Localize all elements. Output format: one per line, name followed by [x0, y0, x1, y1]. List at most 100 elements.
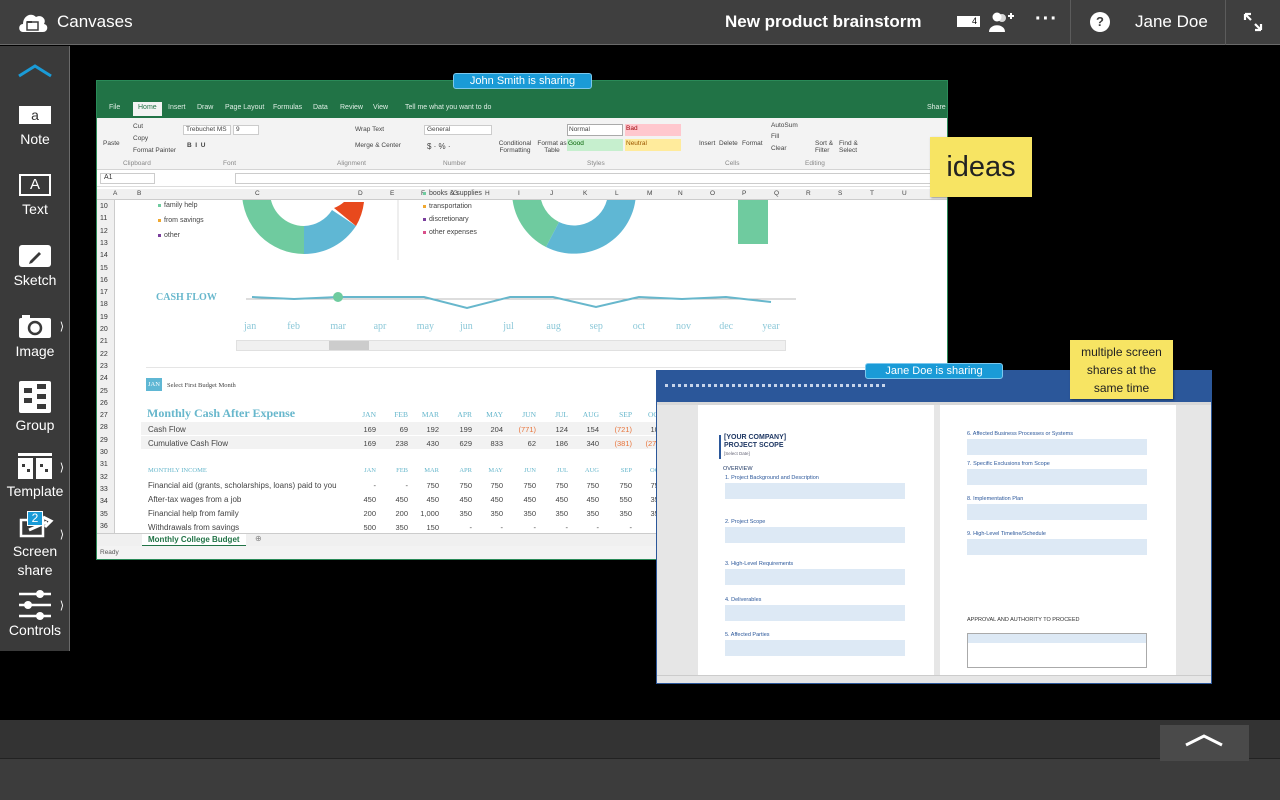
row-number[interactable]: 10: [100, 203, 108, 210]
column-header[interactable]: R: [806, 190, 811, 197]
row-number[interactable]: 29: [100, 437, 108, 444]
column-header[interactable]: A: [113, 190, 117, 197]
cell-value[interactable]: -: [346, 481, 377, 490]
cell-value[interactable]: 169: [346, 425, 376, 434]
cell-value[interactable]: 238: [378, 439, 408, 448]
expand-chevron-icon[interactable]: ⟩: [60, 528, 64, 541]
ribbon-tab-active[interactable]: Home: [133, 102, 162, 116]
expand-tray-button[interactable]: [1160, 725, 1249, 761]
help-icon[interactable]: ?: [1090, 12, 1110, 32]
cell-value[interactable]: 450: [409, 495, 439, 504]
cell-value[interactable]: 833: [473, 439, 503, 448]
cell-value[interactable]: 750: [538, 481, 568, 490]
tell-me-box[interactable]: Tell me what you want to do: [405, 104, 491, 111]
column-header[interactable]: B: [137, 190, 141, 197]
ribbon-tab[interactable]: Review: [340, 104, 363, 111]
font-select[interactable]: Trebuchet MS: [183, 125, 231, 135]
cell-value[interactable]: 124: [538, 425, 568, 434]
cell-value[interactable]: 340: [569, 439, 599, 448]
sidebar-item-template[interactable]: Template ⟩: [0, 453, 70, 499]
cell-value[interactable]: 750: [473, 481, 503, 490]
row-number[interactable]: 16: [100, 277, 108, 284]
style-bad[interactable]: Bad: [625, 124, 681, 136]
cell-value[interactable]: 450: [346, 495, 376, 504]
cell-value[interactable]: 450: [506, 495, 536, 504]
row-number[interactable]: 32: [100, 474, 108, 481]
sidebar-item-controls[interactable]: Controls ⟩: [0, 589, 70, 638]
cell-value[interactable]: 450: [569, 495, 599, 504]
more-options-icon[interactable]: ···: [1035, 8, 1058, 31]
cell-value[interactable]: 199: [442, 425, 472, 434]
cell-value[interactable]: 200: [378, 509, 408, 518]
cell-value[interactable]: (721): [602, 425, 632, 434]
row-number[interactable]: 28: [100, 424, 108, 431]
ribbon-tab[interactable]: Draw: [197, 104, 213, 111]
column-header[interactable]: N: [678, 190, 683, 197]
row-number[interactable]: 17: [100, 289, 108, 296]
sidebar-item-sketch[interactable]: Sketch: [0, 245, 70, 288]
cell-value[interactable]: 192: [409, 425, 439, 434]
fill-button[interactable]: Fill: [771, 133, 779, 140]
row-number[interactable]: 25: [100, 388, 108, 395]
style-normal[interactable]: Normal: [567, 124, 623, 136]
row-number[interactable]: 18: [100, 301, 108, 308]
ribbon-tab[interactable]: File: [109, 104, 120, 111]
find-select-button[interactable]: Find & Select: [839, 140, 861, 154]
cell-value[interactable]: 750: [409, 481, 439, 490]
delete-cells-button[interactable]: Delete: [719, 140, 738, 147]
paste-button[interactable]: Paste: [103, 140, 120, 147]
sticky-note-ideas[interactable]: ideas: [930, 137, 1032, 197]
row-number[interactable]: 34: [100, 498, 108, 505]
cell-value[interactable]: 350: [569, 509, 599, 518]
chart-scroll-thumb[interactable]: [329, 341, 369, 350]
sticky-note-multiple-shares[interactable]: multiple screen shares at the same time: [1070, 340, 1173, 399]
cell-value[interactable]: 350: [378, 523, 408, 532]
fullscreen-icon[interactable]: [1243, 12, 1263, 37]
word-screen-share[interactable]: [YOUR COMPANY] PROJECT SCOPE [Select Dat…: [656, 370, 1212, 684]
cell-value[interactable]: 69: [378, 425, 408, 434]
cell-value[interactable]: 750: [442, 481, 472, 490]
conditional-formatting-button[interactable]: Conditional Formatting: [497, 140, 533, 154]
expand-chevron-icon[interactable]: ⟩: [60, 599, 64, 612]
participant-count[interactable]: 4: [957, 16, 980, 27]
row-number[interactable]: 24: [100, 375, 108, 382]
cell-value[interactable]: 350: [602, 509, 632, 518]
cell-value[interactable]: 550: [602, 495, 632, 504]
cell-value[interactable]: -: [378, 481, 409, 490]
font-size-select[interactable]: 9: [233, 125, 259, 135]
collapse-sidebar-chevron-icon[interactable]: [17, 64, 53, 83]
wrap-text-button[interactable]: Wrap Text: [355, 126, 384, 133]
row-number[interactable]: 15: [100, 265, 108, 272]
formula-input[interactable]: [235, 173, 945, 184]
row-number[interactable]: 20: [100, 326, 108, 333]
cell-value[interactable]: 450: [538, 495, 568, 504]
row-number[interactable]: 14: [100, 252, 108, 259]
cell-value[interactable]: 150: [409, 523, 439, 532]
column-header[interactable]: T: [870, 190, 874, 197]
add-people-icon[interactable]: [987, 11, 1015, 38]
row-number[interactable]: 22: [100, 351, 108, 358]
cell-value[interactable]: 430: [409, 439, 439, 448]
cell-value[interactable]: -: [473, 523, 504, 532]
cell-value[interactable]: 204: [473, 425, 503, 434]
ribbon-tab[interactable]: Insert: [168, 104, 186, 111]
cell-value[interactable]: -: [442, 523, 473, 532]
ribbon-tab[interactable]: View: [373, 104, 388, 111]
expand-chevron-icon[interactable]: ⟩: [60, 461, 64, 474]
merge-center-button[interactable]: Merge & Center: [355, 142, 401, 149]
cell-value[interactable]: -: [538, 523, 569, 532]
row-number[interactable]: 11: [100, 215, 107, 222]
column-header[interactable]: C: [255, 190, 260, 197]
column-header[interactable]: I: [518, 190, 520, 197]
format-painter-button[interactable]: Format Painter: [133, 147, 176, 154]
cell-value[interactable]: -: [602, 523, 633, 532]
row-number[interactable]: 26: [100, 400, 108, 407]
cell-value[interactable]: 750: [602, 481, 632, 490]
copy-button[interactable]: Copy: [133, 135, 148, 142]
row-number[interactable]: 30: [100, 449, 108, 456]
cell-value[interactable]: 450: [473, 495, 503, 504]
column-header[interactable]: D: [358, 190, 363, 197]
cell-value[interactable]: 186: [538, 439, 568, 448]
row-number[interactable]: 36: [100, 523, 108, 530]
cell-value[interactable]: 154: [569, 425, 599, 434]
